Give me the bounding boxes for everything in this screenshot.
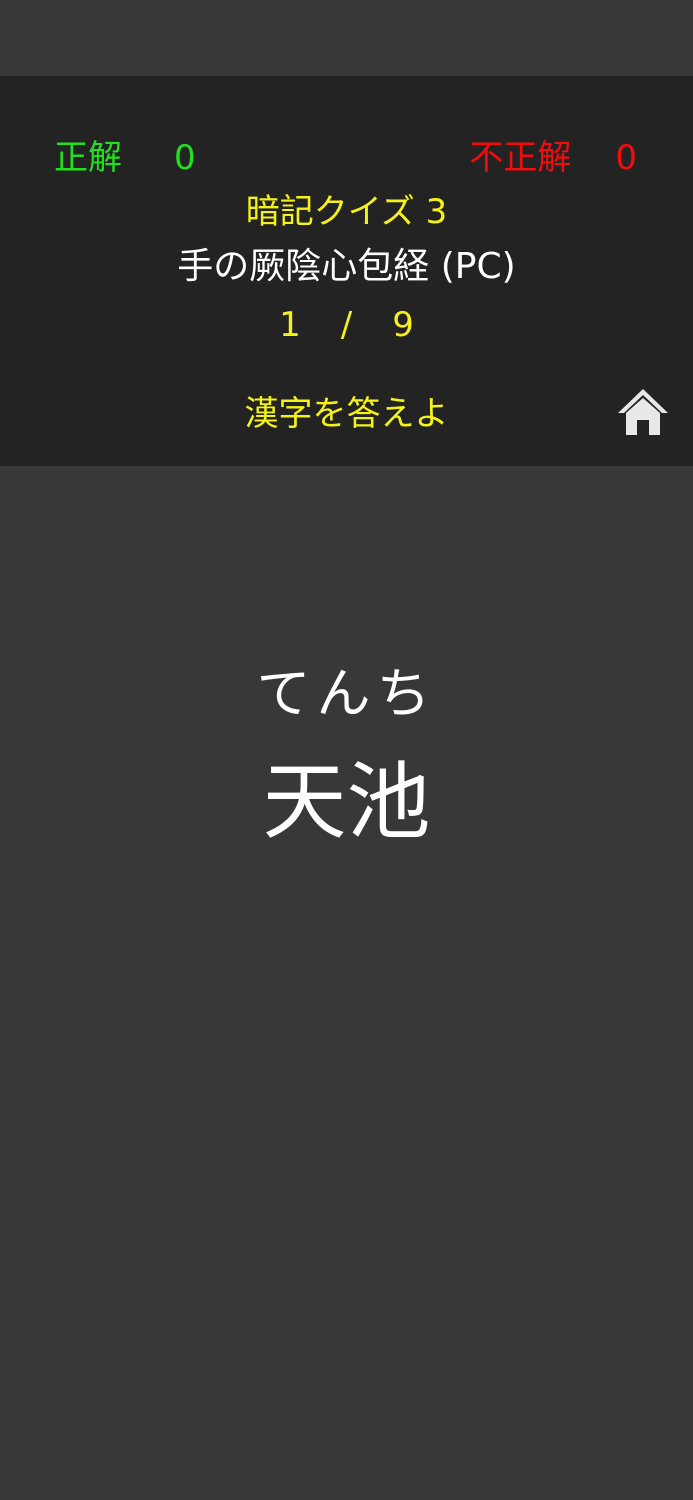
answer-kanji: 天池 [262,753,431,851]
correct-count: 0 [174,138,196,178]
correct-score: 正解 0 [54,136,196,180]
quiz-instruction: 漢字を答えよ [244,394,449,434]
quiz-subtitle: 手の厥陰心包経 (PC) [177,246,516,287]
correct-label: 正解 [54,138,122,178]
progress-separator: / [340,305,353,345]
home-icon [618,389,668,435]
wrong-count: 0 [615,138,637,178]
status-bar [0,0,693,76]
progress-total: 9 [392,305,414,345]
reading-kana: てんち [256,662,437,725]
progress-indicator: 1 / 9 [0,303,693,347]
home-button[interactable] [616,386,670,438]
wrong-label: 不正解 [469,138,572,178]
progress-current: 1 [279,305,301,345]
quiz-title: 暗記クイズ 3 [245,192,448,232]
wrong-score: 不正解 0 [469,136,637,180]
